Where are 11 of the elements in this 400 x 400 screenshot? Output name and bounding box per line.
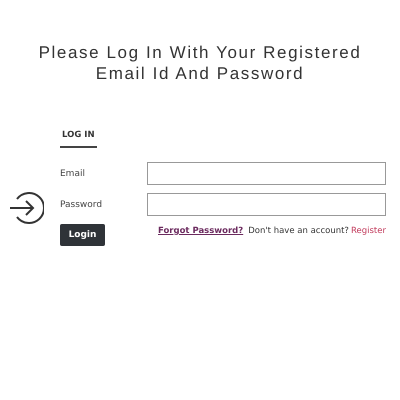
field-label: Password	[60, 200, 104, 210]
input-field[interactable]	[147, 193, 386, 216]
register-prompt: Don't have an account?	[248, 226, 349, 236]
field-label: Email	[60, 168, 86, 178]
sign-in-arrow-icon	[8, 190, 44, 226]
login-button[interactable]: Login	[60, 224, 105, 246]
login-tab[interactable]: LOG IN	[60, 130, 97, 148]
input-field[interactable]	[147, 162, 386, 185]
register-link[interactable]: Register	[350, 226, 386, 236]
page-heading: Please Log In With Your Registered Email Id And Password	[38, 42, 362, 84]
forgot-password-link[interactable]: Forgot Password?	[158, 226, 244, 236]
